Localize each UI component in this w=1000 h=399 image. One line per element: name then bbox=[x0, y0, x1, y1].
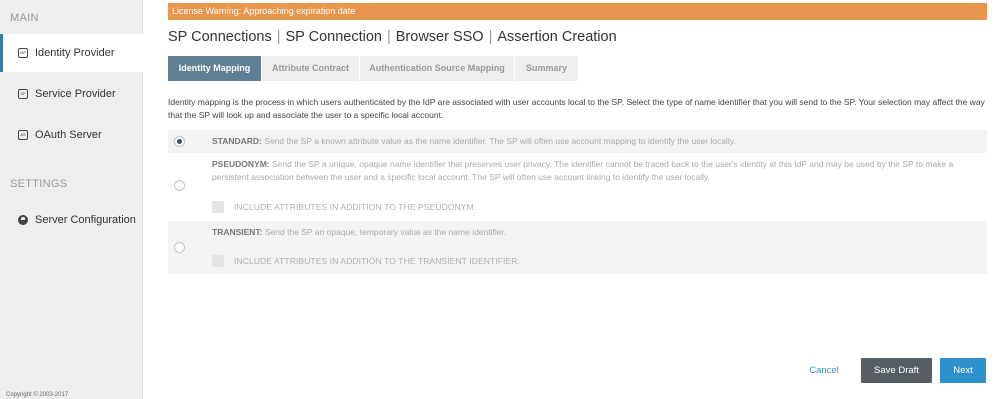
breadcrumb-item-browser-sso: Browser SSO bbox=[395, 29, 484, 45]
next-button[interactable]: Next bbox=[940, 358, 986, 383]
pseudonym-include-attributes-label: INCLUDE ATTRIBUTES IN ADDITION TO THE PS… bbox=[234, 202, 477, 212]
standard-option-title: STANDARD: bbox=[212, 136, 262, 146]
breadcrumb: SP Connections | SP Connection | Browser SSO… bbox=[168, 29, 617, 45]
standard-radio[interactable] bbox=[174, 136, 185, 147]
transient-radio[interactable] bbox=[174, 242, 185, 253]
sidebar-item-label: Identity Provider bbox=[35, 47, 115, 59]
option-pseudonym[interactable]: PSEUDONYM: Send the SP a unique, opaque … bbox=[168, 153, 987, 221]
breadcrumb-item-sp-connection: SP Connection bbox=[285, 29, 382, 45]
sp-icon: SP bbox=[18, 89, 28, 99]
sidebar-item-server-configuration[interactable]: Server Configuration bbox=[0, 201, 143, 239]
main-section-label: MAIN bbox=[10, 12, 39, 24]
transient-include-attributes-checkbox[interactable] bbox=[212, 255, 224, 267]
option-transient[interactable]: TRANSIENT: Send the SP an opaque, tempor… bbox=[168, 221, 987, 274]
tab-attribute-contract[interactable]: Attribute Contract bbox=[262, 56, 360, 81]
tab-identity-mapping[interactable]: Identity Mapping bbox=[168, 56, 262, 81]
sidebar-item-oauth-server[interactable]: AS OAuth Server bbox=[0, 116, 143, 154]
transient-option-text: TRANSIENT: Send the SP an opaque, tempor… bbox=[212, 226, 972, 239]
server-icon bbox=[18, 215, 28, 225]
sidebar-item-service-provider[interactable]: SP Service Provider bbox=[0, 75, 143, 113]
settings-section-label: SETTINGS bbox=[10, 178, 68, 190]
transient-include-attributes[interactable]: INCLUDE ATTRIBUTES IN ADDITION TO THE TR… bbox=[212, 255, 520, 267]
pseudonym-include-attributes[interactable]: INCLUDE ATTRIBUTES IN ADDITION TO THE PS… bbox=[212, 201, 476, 213]
breadcrumb-separator: | bbox=[276, 29, 281, 45]
breadcrumb-separator: | bbox=[488, 29, 493, 45]
as-icon: AS bbox=[18, 130, 28, 140]
sidebar-item-label: OAuth Server bbox=[35, 129, 102, 141]
tab-bar: Identity Mapping Attribute Contract Auth… bbox=[168, 56, 579, 81]
identity-mapping-description: Identity mapping is the process in which… bbox=[168, 97, 985, 120]
sidebar-item-label: Server Configuration bbox=[35, 214, 136, 226]
app-window: MAIN IdP Identity Provider SP Service Pr… bbox=[0, 0, 1000, 399]
pseudonym-option-description: Send the SP a unique, opaque name identi… bbox=[212, 159, 954, 182]
tab-authentication-source-mapping[interactable]: Authentication Source Mapping bbox=[360, 56, 515, 81]
transient-include-attributes-label: INCLUDE ATTRIBUTES IN ADDITION TO THE TR… bbox=[234, 256, 520, 266]
sidebar-item-label: Service Provider bbox=[35, 88, 116, 100]
tab-summary[interactable]: Summary bbox=[515, 56, 579, 81]
standard-option-text: STANDARD: Send the SP a known attribute … bbox=[212, 135, 972, 148]
transient-option-description: Send the SP an opaque, temporary value a… bbox=[264, 227, 507, 237]
option-standard[interactable]: STANDARD: Send the SP a known attribute … bbox=[168, 130, 987, 153]
transient-option-title: TRANSIENT: bbox=[212, 227, 263, 237]
breadcrumb-separator: | bbox=[386, 29, 391, 45]
pseudonym-option-text: PSEUDONYM: Send the SP a unique, opaque … bbox=[212, 158, 982, 184]
standard-option-description: Send the SP a known attribute value as t… bbox=[264, 136, 736, 146]
pseudonym-option-title: PSEUDONYM: bbox=[212, 159, 270, 169]
sidebar: MAIN IdP Identity Provider SP Service Pr… bbox=[0, 0, 144, 399]
license-warning-banner: License Warning: Approaching expiration … bbox=[168, 3, 987, 20]
save-draft-button[interactable]: Save Draft bbox=[861, 358, 932, 383]
copyright-text: Copyright © 2003-2017 bbox=[6, 392, 69, 398]
pseudonym-radio[interactable] bbox=[174, 180, 185, 191]
breadcrumb-item-assertion-creation: Assertion Creation bbox=[497, 29, 617, 45]
sidebar-item-identity-provider[interactable]: IdP Identity Provider bbox=[0, 34, 144, 72]
pseudonym-include-attributes-checkbox[interactable] bbox=[212, 201, 224, 213]
breadcrumb-item-sp-connections: SP Connections bbox=[168, 29, 272, 45]
cancel-button[interactable]: Cancel bbox=[797, 358, 851, 383]
idp-icon: IdP bbox=[18, 48, 28, 58]
